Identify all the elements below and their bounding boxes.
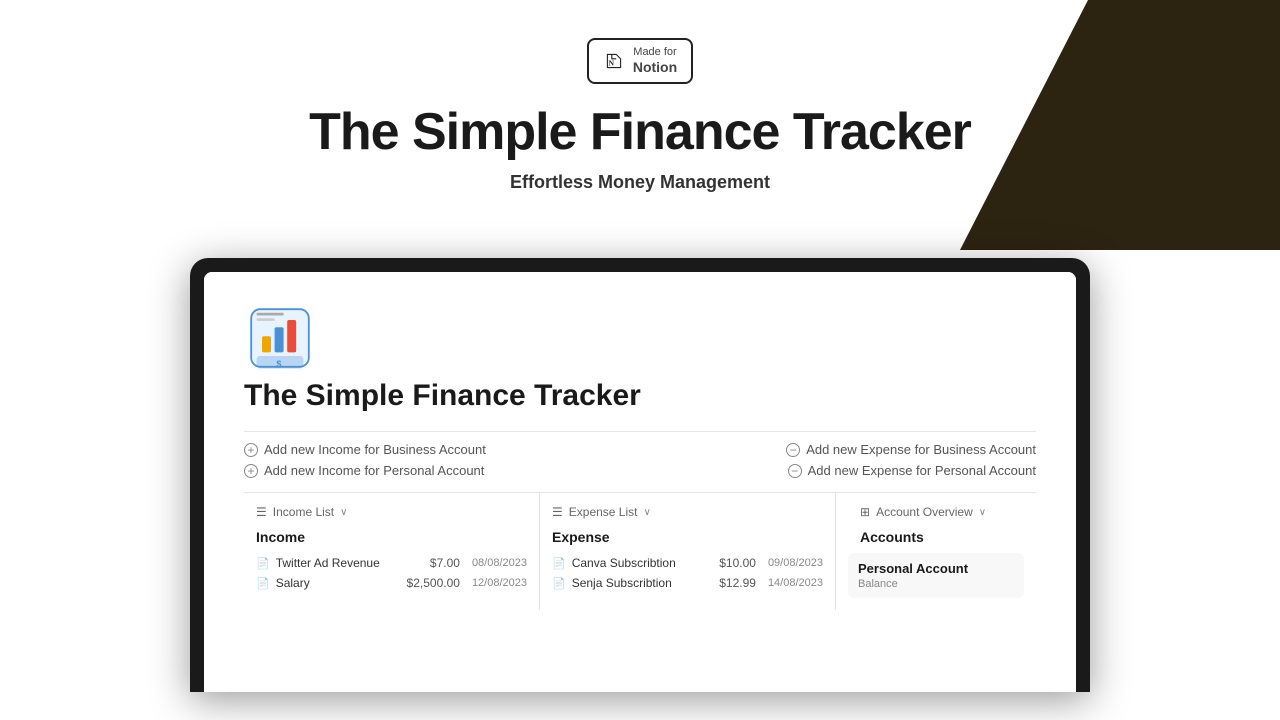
expense-chevron-icon: ∨: [643, 507, 650, 518]
income-row-2-amount: $2,500.00: [407, 576, 460, 590]
expense-col-title: Expense: [540, 529, 835, 545]
income-list-label: Income List: [273, 505, 334, 519]
row-exp-doc-icon-1: 📄: [552, 557, 566, 570]
table-row: 📄 Canva Subscribtion $10.00 09/08/2023: [540, 553, 835, 573]
expense-row-1-name: Canva Subscribtion: [572, 556, 714, 570]
laptop-screen: $ The Simple Finance Tracker + Add new I…: [204, 272, 1076, 692]
income-table-header: ☰ Income List ∨: [244, 505, 539, 519]
accounts-section: ⊞ Account Overview ∨ Accounts Personal A…: [836, 493, 1036, 610]
accounts-chevron-icon: ∨: [979, 507, 986, 518]
expense-list-label: Expense List: [569, 505, 638, 519]
accounts-table-header: ⊞ Account Overview ∨: [848, 505, 1024, 519]
tables-row: ☰ Income List ∨ Income 📄 Twitter Ad Reve…: [244, 492, 1036, 610]
income-row-1-name: Twitter Ad Revenue: [276, 556, 424, 570]
add-income-business-btn[interactable]: + Add new Income for Business Account: [244, 442, 486, 457]
expense-table-header: ☰ Expense List ∨: [540, 505, 835, 519]
svg-text:$: $: [276, 359, 281, 369]
income-row-1-date: 08/08/2023: [472, 557, 527, 569]
notion-logo-icon: N: [603, 50, 625, 72]
expense-list-icon: ☰: [552, 505, 563, 519]
income-list-icon: ☰: [256, 505, 267, 519]
expense-row-1-date: 09/08/2023: [768, 557, 823, 569]
expense-row-2-name: Senja Subscribtion: [572, 576, 714, 590]
table-row: 📄 Senja Subscribtion $12.99 14/08/2023: [540, 573, 835, 593]
personal-account-card: Personal Account Balance: [848, 553, 1024, 598]
expense-row-2-date: 14/08/2023: [768, 577, 823, 589]
accounts-overview-icon: ⊞: [860, 505, 870, 519]
income-chevron-icon: ∨: [340, 507, 347, 518]
page-title: The Simple Finance Tracker: [244, 379, 1036, 413]
expense-section: ☰ Expense List ∨ Expense 📄 Canva Subscri…: [540, 493, 836, 610]
expense-row-2-amount: $12.99: [719, 576, 756, 590]
notion-page: $ The Simple Finance Tracker + Add new I…: [204, 272, 1076, 630]
finance-icon: $: [244, 302, 316, 374]
table-row: 📄 Twitter Ad Revenue $7.00 08/08/2023: [244, 553, 539, 573]
main-title: The Simple Finance Tracker: [0, 102, 1280, 162]
income-row-1-amount: $7.00: [430, 556, 460, 570]
table-row: 📄 Salary $2,500.00 12/08/2023: [244, 573, 539, 593]
add-expense-personal-btn[interactable]: − Add new Expense for Personal Account: [788, 463, 1036, 478]
minus-icon-business: −: [786, 443, 800, 457]
income-row-2-name: Salary: [276, 576, 401, 590]
laptop-outer: $ The Simple Finance Tracker + Add new I…: [190, 258, 1090, 692]
add-income-personal-btn[interactable]: + Add new Income for Personal Account: [244, 463, 484, 478]
action-row-2: + Add new Income for Personal Account − …: [244, 463, 1036, 478]
add-expense-business-btn[interactable]: − Add new Expense for Business Account: [786, 442, 1036, 457]
expense-row-1-amount: $10.00: [719, 556, 756, 570]
action-row-1: + Add new Income for Business Account − …: [244, 442, 1036, 457]
header-section: N Made for Notion The Simple Finance Tra…: [0, 0, 1280, 193]
badge-text: Made for Notion: [633, 46, 677, 76]
row-doc-icon-2: 📄: [256, 577, 270, 590]
add-income-personal-label: Add new Income for Personal Account: [264, 463, 484, 478]
action-rows: + Add new Income for Business Account − …: [244, 431, 1036, 478]
row-exp-doc-icon-2: 📄: [552, 577, 566, 590]
add-income-business-label: Add new Income for Business Account: [264, 442, 486, 457]
account-name: Personal Account: [858, 561, 1014, 576]
subtitle: Effortless Money Management: [0, 172, 1280, 193]
laptop-mockup: $ The Simple Finance Tracker + Add new I…: [190, 258, 1090, 692]
plus-icon: +: [244, 443, 258, 457]
minus-icon-personal: −: [788, 464, 802, 478]
accounts-col-title: Accounts: [848, 529, 1024, 545]
svg-text:N: N: [608, 58, 614, 67]
accounts-overview-label: Account Overview: [876, 505, 973, 519]
income-col-title: Income: [244, 529, 539, 545]
income-row-2-date: 12/08/2023: [472, 577, 527, 589]
notion-badge: N Made for Notion: [587, 38, 693, 84]
add-expense-personal-label: Add new Expense for Personal Account: [808, 463, 1036, 478]
plus-icon-personal: +: [244, 464, 258, 478]
balance-label: Balance: [858, 578, 1014, 590]
add-expense-business-label: Add new Expense for Business Account: [806, 442, 1036, 457]
income-section: ☰ Income List ∨ Income 📄 Twitter Ad Reve…: [244, 493, 540, 610]
row-doc-icon-1: 📄: [256, 557, 270, 570]
